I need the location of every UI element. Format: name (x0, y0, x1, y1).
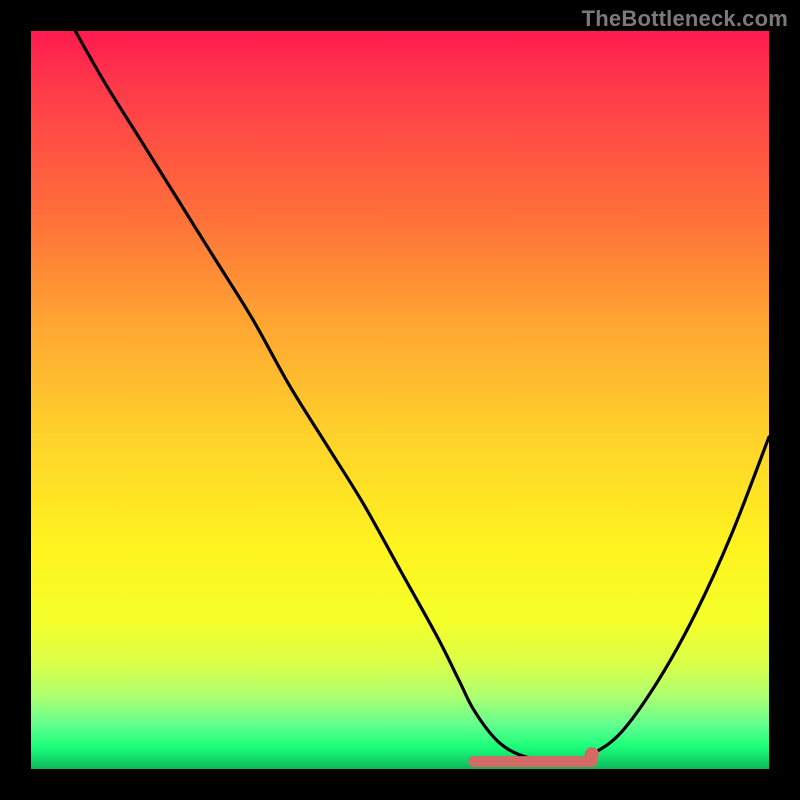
curve-svg (31, 31, 769, 769)
chart-frame: TheBottleneck.com (0, 0, 800, 800)
plot-area (31, 31, 769, 769)
optimal-marker-icon (585, 747, 599, 761)
bottleneck-curve (75, 31, 769, 763)
watermark-label: TheBottleneck.com (582, 6, 788, 32)
